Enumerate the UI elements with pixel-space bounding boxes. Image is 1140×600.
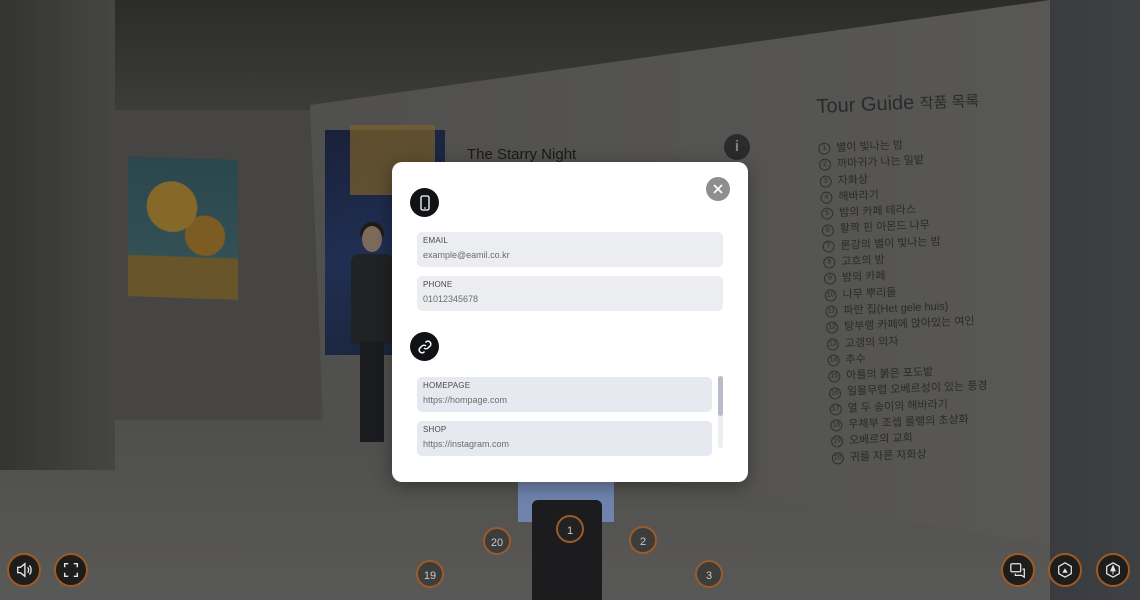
homepage-input[interactable] — [423, 395, 706, 405]
map-button[interactable] — [1096, 553, 1130, 587]
homepage-label: HOMEPAGE — [423, 381, 471, 390]
links-scrollbar[interactable] — [718, 376, 723, 448]
contact-modal: EMAIL PHONE HOMEPAGE SHOP — [392, 162, 748, 482]
hotspot-1[interactable]: 1 — [556, 515, 584, 543]
speaker-icon — [17, 562, 32, 578]
map-icon — [1106, 562, 1120, 578]
phone-field[interactable]: PHONE — [417, 276, 723, 311]
phone-input[interactable] — [423, 294, 717, 304]
hotspot-20[interactable]: 20 — [483, 527, 511, 555]
chat-icon — [1010, 563, 1025, 579]
hotspot-19[interactable]: 19 — [416, 560, 444, 588]
hotspot-3[interactable]: 3 — [695, 560, 723, 588]
shop-input[interactable] — [423, 439, 706, 449]
view-button[interactable] — [1048, 553, 1082, 587]
link-icon — [410, 332, 439, 361]
close-icon — [713, 184, 723, 194]
phone-icon — [410, 188, 439, 217]
scrollbar-thumb[interactable] — [718, 376, 723, 416]
fullscreen-button[interactable] — [54, 553, 88, 587]
phone-label: PHONE — [423, 280, 453, 289]
homepage-field[interactable]: HOMEPAGE — [417, 377, 712, 412]
sound-button[interactable] — [7, 553, 41, 587]
hotspot-2[interactable]: 2 — [629, 526, 657, 554]
email-field[interactable]: EMAIL — [417, 232, 723, 267]
email-label: EMAIL — [423, 236, 449, 245]
close-button[interactable] — [706, 177, 730, 201]
chat-button[interactable] — [1001, 553, 1035, 587]
shop-label: SHOP — [423, 425, 447, 434]
fullscreen-icon — [63, 562, 79, 578]
shop-field[interactable]: SHOP — [417, 421, 712, 456]
view-icon — [1058, 562, 1072, 578]
email-input[interactable] — [423, 250, 717, 260]
